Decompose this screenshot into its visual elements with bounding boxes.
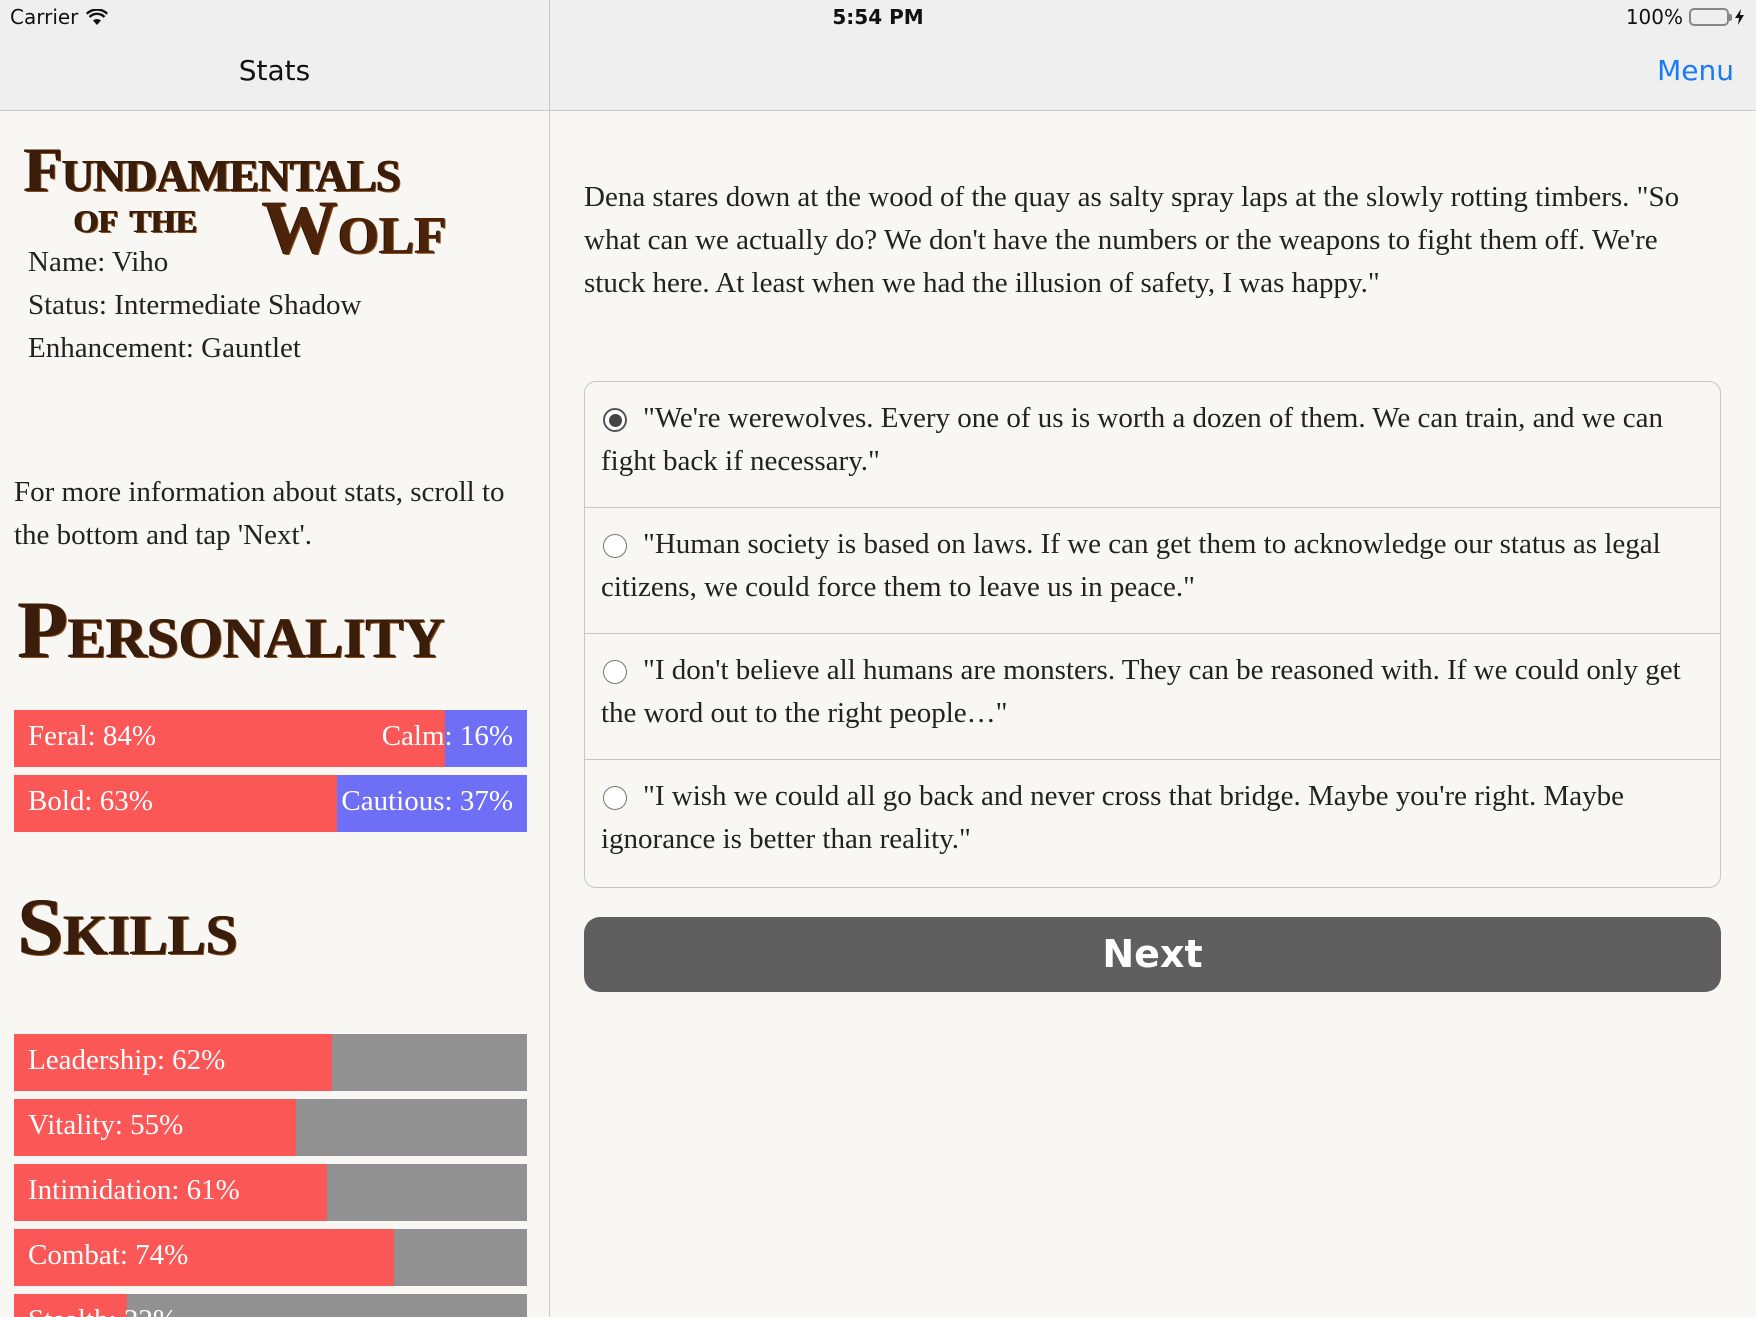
game-logo-line2: of the xyxy=(74,191,198,242)
menu-button[interactable]: Menu xyxy=(1657,54,1734,87)
vitality-label: Vitality: 55% xyxy=(28,1109,184,1141)
stats-title: Stats xyxy=(238,54,311,87)
cautious-label: Cautious: 37% xyxy=(341,785,513,817)
choice-option[interactable]: "I don't believe all humans are monsters… xyxy=(585,634,1720,760)
personality-heading: Personality xyxy=(18,584,446,675)
battery-icon xyxy=(1689,8,1732,26)
skill-bar-leadership: Leadership: 62% xyxy=(14,1034,527,1091)
choice-text: "Human society is based on laws. If we c… xyxy=(601,528,1661,603)
personality-bar-bold-cautious: Bold: 63% Cautious: 37% xyxy=(14,775,527,832)
skill-bar-combat: Combat: 74% xyxy=(14,1229,527,1286)
choice-option[interactable]: "We're werewolves. Every one of us is wo… xyxy=(585,382,1720,508)
bold-label: Bold: 63% xyxy=(28,785,153,817)
intimidation-label: Intimidation: 61% xyxy=(28,1174,240,1206)
skills-heading: Skills xyxy=(18,881,238,972)
next-button[interactable]: Next xyxy=(584,917,1721,992)
status-bar: Carrier 5:54 PM 100% xyxy=(0,0,1756,36)
choice-text: "We're werewolves. Every one of us is wo… xyxy=(601,402,1664,477)
choice-text: "I wish we could all go back and never c… xyxy=(601,780,1625,855)
stats-panel[interactable]: Fundamentals of the Wolf Name: Viho Stat… xyxy=(0,111,549,1317)
battery-indicator: 100% xyxy=(1626,5,1744,29)
leadership-label: Leadership: 62% xyxy=(28,1044,226,1076)
choice-text: "I don't believe all humans are monsters… xyxy=(601,654,1681,729)
stats-help-note: For more information about stats, scroll… xyxy=(14,476,505,551)
character-status: Status: Intermediate Shadow xyxy=(28,289,362,321)
character-enhancement: Enhancement: Gauntlet xyxy=(28,332,301,364)
character-name: Name: Viho xyxy=(28,246,169,278)
skill-bar-stealth: Stealth: 22% xyxy=(14,1294,527,1317)
skill-bar-intimidation: Intimidation: 61% xyxy=(14,1164,527,1221)
feral-label: Feral: 84% xyxy=(28,720,157,752)
stealth-label: Stealth: 22% xyxy=(28,1304,177,1317)
skill-bar-vitality: Vitality: 55% xyxy=(14,1099,527,1156)
choice-option[interactable]: "Human society is based on laws. If we c… xyxy=(585,508,1720,634)
calm-label: Calm: 16% xyxy=(381,720,513,752)
story-nav-bar: Menu xyxy=(550,36,1756,111)
story-text: Dena stares down at the wood of the quay… xyxy=(584,181,1680,299)
battery-percent: 100% xyxy=(1625,5,1683,29)
personality-bar-feral-calm: Feral: 84% Calm: 16% xyxy=(14,710,527,767)
clock: 5:54 PM xyxy=(832,5,924,29)
choice-option[interactable]: "I wish we could all go back and never c… xyxy=(585,760,1720,887)
stats-nav-bar: Stats xyxy=(0,36,549,111)
choice-list: "We're werewolves. Every one of us is wo… xyxy=(584,381,1721,888)
charging-bolt-icon xyxy=(1735,9,1744,25)
split-divider xyxy=(549,0,550,1317)
combat-label: Combat: 74% xyxy=(28,1239,189,1271)
game-logo-line3: Wolf xyxy=(262,186,447,270)
